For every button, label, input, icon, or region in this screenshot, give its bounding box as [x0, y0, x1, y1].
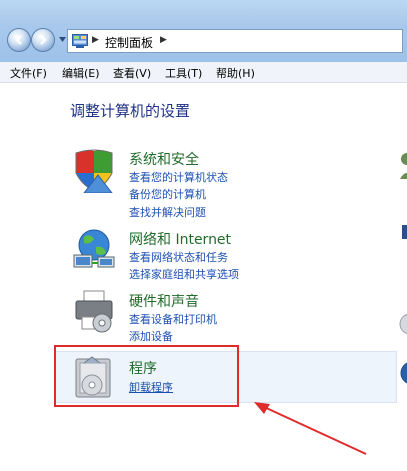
menu-tools[interactable]: 工具(T)	[165, 65, 202, 81]
link-backup-computer[interactable]: 备份您的计算机	[129, 186, 206, 202]
menu-view[interactable]: 查看(V)	[113, 65, 151, 81]
link-find-fix-problems[interactable]: 查找并解决问题	[129, 204, 206, 220]
category-title-system-security[interactable]: 系统和安全	[129, 149, 199, 169]
link-add-device[interactable]: 添加设备	[129, 328, 173, 344]
recent-pages-dropdown-icon[interactable]	[59, 37, 66, 42]
menu-file[interactable]: 文件(F)	[10, 65, 47, 81]
appearance-icon[interactable]	[398, 223, 407, 263]
link-view-computer-status[interactable]: 查看您的计算机状态	[129, 169, 228, 185]
menu-bar: 文件(F) 编辑(E) 查看(V) 工具(T) 帮助(H)	[0, 62, 407, 83]
menu-help[interactable]: 帮助(H)	[216, 65, 255, 81]
network-globe-icon[interactable]	[72, 227, 118, 273]
pointer-arrow-icon	[254, 402, 367, 455]
menu-edit[interactable]: 编辑(E)	[62, 65, 100, 81]
category-title-hardware-sound[interactable]: 硬件和声音	[129, 291, 199, 311]
arrow-right-icon	[40, 35, 47, 45]
breadcrumb-separator-icon[interactable]: ▶	[160, 35, 167, 45]
breadcrumb-separator-icon[interactable]: ▶	[92, 35, 99, 45]
page-title: 调整计算机的设置	[70, 102, 191, 120]
link-view-network-status[interactable]: 查看网络状态和任务	[129, 249, 228, 265]
user-accounts-icon[interactable]	[398, 149, 407, 189]
address-bar[interactable]: ▶ 控制面板 ▶	[67, 29, 403, 53]
link-homegroup-sharing[interactable]: 选择家庭组和共享选项	[129, 266, 239, 282]
ease-of-access-icon[interactable]	[398, 353, 407, 393]
back-button[interactable]	[7, 28, 31, 52]
clock-region-icon[interactable]	[398, 308, 407, 348]
link-view-devices-printers[interactable]: 查看设备和打印机	[129, 311, 217, 327]
arrow-left-icon	[15, 35, 22, 45]
window-titlebar: ▶ 控制面板 ▶	[0, 0, 407, 62]
shield-icon[interactable]	[72, 147, 118, 193]
printer-icon[interactable]	[72, 289, 118, 335]
category-title-network-internet[interactable]: 网络和 Internet	[129, 229, 231, 249]
highlight-box	[54, 345, 239, 407]
control-panel-icon	[72, 34, 88, 48]
control-panel-content: 调整计算机的设置 系统和安全 查看您的计算机状态 备份您的计算机 查找并解决问题…	[0, 83, 407, 471]
breadcrumb-control-panel[interactable]: 控制面板	[105, 34, 153, 51]
forward-button[interactable]	[31, 28, 55, 52]
